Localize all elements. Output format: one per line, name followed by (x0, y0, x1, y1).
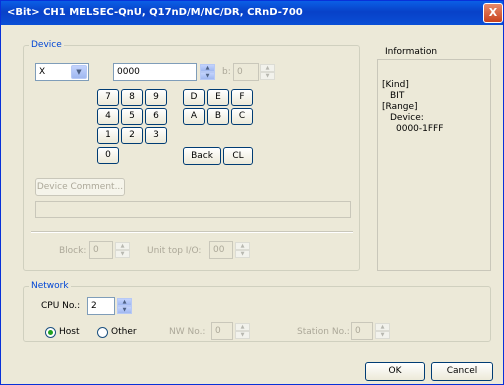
key-0[interactable]: 0 (97, 147, 119, 164)
title-bar[interactable]: <Bit> CH1 MELSEC-QnU, Q17nD/M/NC/DR, CRn… (1, 1, 503, 25)
spin-down-icon: ▼ (235, 250, 250, 258)
info-range-label: [Range] (382, 102, 418, 112)
key-8[interactable]: 8 (121, 89, 143, 106)
other-radio[interactable] (97, 327, 108, 338)
block-label: Block: (59, 246, 87, 256)
back-button[interactable]: Back (183, 147, 221, 165)
station-no-stepper: ▲ ▼ (375, 323, 390, 339)
device-group-label: Device (29, 40, 64, 51)
information-title: Information (385, 47, 438, 57)
spin-down-icon: ▼ (115, 250, 130, 258)
device-address-stepper[interactable]: ▲ ▼ (200, 64, 215, 80)
device-type-select[interactable]: X ▼ (35, 63, 89, 81)
station-no-value: 0 (355, 326, 361, 336)
spin-up-icon: ▲ (115, 242, 130, 250)
key-c[interactable]: C (231, 108, 253, 125)
info-kind-value: BIT (390, 91, 405, 101)
key-a[interactable]: A (183, 108, 205, 125)
unit-top-stepper: ▲ ▼ (235, 242, 250, 258)
window-title: <Bit> CH1 MELSEC-QnU, Q17nD/M/NC/DR, CRn… (7, 7, 303, 18)
information-panel: [Kind] BIT [Range] Device: 0000-1FFF (377, 59, 491, 271)
spin-up-icon: ▲ (375, 323, 390, 331)
unit-top-value: 00 (213, 245, 225, 255)
nw-no-label: NW No.: (169, 327, 206, 337)
bit-label: b: (222, 67, 231, 77)
host-radio[interactable] (45, 327, 56, 338)
spin-up-icon[interactable]: ▲ (200, 64, 215, 72)
key-e[interactable]: E (207, 89, 229, 106)
network-group-label: Network (29, 281, 71, 292)
block-stepper: ▲ ▼ (115, 242, 130, 258)
block-value: 0 (93, 245, 99, 255)
cpu-no-label: CPU No.: (41, 301, 81, 311)
nw-no-value: 0 (215, 326, 221, 336)
key-3[interactable]: 3 (145, 127, 167, 144)
unit-top-input: 00 (209, 241, 233, 259)
block-input: 0 (89, 241, 113, 259)
close-button[interactable]: X (483, 3, 503, 23)
other-label[interactable]: Other (111, 326, 137, 338)
cancel-button[interactable]: Cancel (431, 362, 493, 381)
key-5[interactable]: 5 (121, 108, 143, 125)
bit-stepper: ▲ ▼ (260, 64, 275, 80)
clear-button[interactable]: CL (223, 147, 253, 165)
device-address-value: 0000 (117, 67, 140, 77)
spin-up-icon[interactable]: ▲ (117, 298, 132, 306)
cpu-no-input[interactable]: 2 (87, 297, 115, 315)
cpu-no-value: 2 (91, 301, 97, 311)
device-comment-field (35, 201, 351, 218)
device-type-value: X (39, 67, 46, 77)
unit-top-label: Unit top I/O: (147, 246, 202, 256)
key-d[interactable]: D (183, 89, 205, 106)
key-f[interactable]: F (231, 89, 253, 106)
host-label[interactable]: Host (59, 326, 80, 338)
key-2[interactable]: 2 (121, 127, 143, 144)
radio-selected-dot (48, 330, 53, 335)
nw-no-input: 0 (211, 322, 233, 340)
device-comment-button: Device Comment... (35, 178, 125, 196)
spin-down-icon: ▼ (375, 331, 390, 339)
dialog-window: <Bit> CH1 MELSEC-QnU, Q17nD/M/NC/DR, CRn… (0, 0, 504, 385)
cpu-no-stepper[interactable]: ▲ ▼ (117, 298, 132, 314)
ok-button[interactable]: OK (365, 362, 425, 381)
spin-down-icon[interactable]: ▼ (117, 306, 132, 314)
spin-up-icon: ▲ (235, 323, 250, 331)
info-kind-label: [Kind] (382, 80, 409, 90)
key-b[interactable]: B (207, 108, 229, 125)
bit-input: 0 (233, 63, 259, 81)
key-9[interactable]: 9 (145, 89, 167, 106)
station-no-input: 0 (351, 322, 373, 340)
key-1[interactable]: 1 (97, 127, 119, 144)
spin-down-icon: ▼ (235, 331, 250, 339)
station-no-label: Station No.: (297, 327, 350, 337)
spin-down-icon[interactable]: ▼ (200, 72, 215, 80)
nw-no-stepper: ▲ ▼ (235, 323, 250, 339)
bit-value: 0 (237, 67, 243, 77)
key-4[interactable]: 4 (97, 108, 119, 125)
key-6[interactable]: 6 (145, 108, 167, 125)
spin-down-icon: ▼ (260, 72, 275, 80)
key-7[interactable]: 7 (97, 89, 119, 106)
info-range-value: 0000-1FFF (396, 124, 444, 134)
info-range-device-label: Device: (390, 113, 424, 123)
divider (31, 231, 353, 233)
device-address-input[interactable]: 0000 (113, 63, 197, 81)
spin-up-icon: ▲ (260, 64, 275, 72)
chevron-down-icon[interactable]: ▼ (71, 65, 87, 79)
spin-up-icon: ▲ (235, 242, 250, 250)
